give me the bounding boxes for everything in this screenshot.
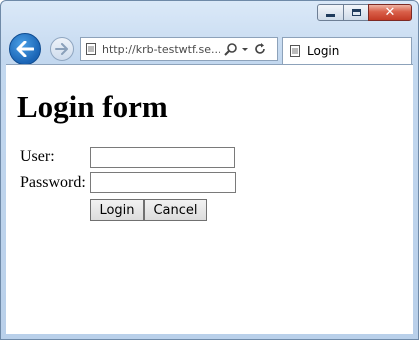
forward-button[interactable] bbox=[50, 37, 74, 61]
caption-buttons: ✕ bbox=[317, 4, 412, 21]
close-button[interactable]: ✕ bbox=[368, 4, 412, 21]
back-arrow-icon bbox=[16, 41, 34, 57]
password-label: Password: bbox=[20, 174, 86, 191]
password-input[interactable] bbox=[90, 172, 236, 193]
cancel-button[interactable]: Cancel bbox=[144, 199, 207, 221]
minimize-icon bbox=[326, 14, 335, 17]
maximize-icon bbox=[351, 9, 361, 16]
address-tools bbox=[224, 42, 267, 56]
chevron-down-icon[interactable] bbox=[240, 42, 250, 56]
tab-title: Login bbox=[307, 44, 340, 58]
page-content: Login form User: Password: Login Cancel bbox=[6, 64, 413, 334]
forward-arrow-icon bbox=[55, 43, 68, 55]
search-icon[interactable] bbox=[224, 42, 238, 56]
refresh-icon[interactable] bbox=[253, 42, 267, 56]
minimize-button[interactable] bbox=[317, 4, 344, 21]
address-url[interactable]: http://krb-testwtf.se... bbox=[102, 43, 220, 56]
address-bar[interactable]: http://krb-testwtf.se... bbox=[80, 37, 278, 61]
page-title: Login form bbox=[17, 89, 168, 124]
page-icon bbox=[290, 45, 300, 57]
close-icon: ✕ bbox=[384, 5, 396, 20]
login-button[interactable]: Login bbox=[90, 199, 144, 221]
maximize-button[interactable] bbox=[343, 4, 369, 21]
user-input[interactable] bbox=[90, 147, 235, 168]
back-button[interactable] bbox=[9, 33, 41, 65]
page-icon bbox=[86, 43, 96, 55]
tab-login[interactable]: Login bbox=[282, 37, 412, 64]
user-label: User: bbox=[20, 148, 55, 165]
browser-window: ✕ http://krb-testwtf.se... Login Login f… bbox=[0, 0, 419, 340]
